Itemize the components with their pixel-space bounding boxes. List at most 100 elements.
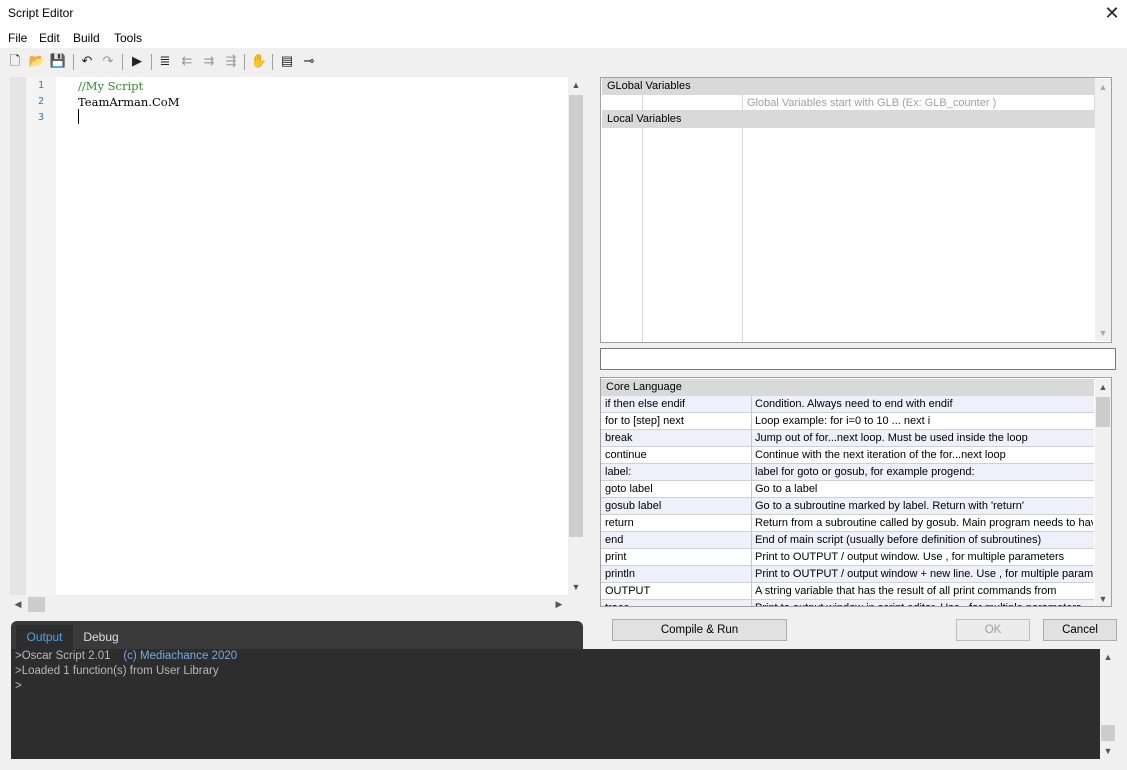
description-cell: Go to a label — [755, 483, 818, 495]
save-icon[interactable]: 💾 — [49, 52, 67, 70]
core-language-row[interactable]: return Return from a subroutine called by… — [601, 515, 1094, 532]
scroll-down-icon[interactable]: ▼ — [1095, 325, 1111, 341]
description-cell: End of main script (usually before defin… — [755, 534, 1042, 546]
scroll-right-icon[interactable]: ▶ — [551, 596, 567, 612]
core-language-row[interactable]: trace Print to output window in script ed… — [601, 600, 1094, 606]
global-variables-header: GLobal Variables — [602, 78, 1095, 95]
console-version: Oscar Script 2.01 — [21, 650, 111, 662]
keyword-cell: label: — [605, 466, 632, 478]
keyword-cell: for to [step] next — [605, 415, 684, 427]
core-language-row[interactable]: break Jump out of for...next loop. Must b… — [601, 430, 1094, 447]
console-message: Loaded 1 function(s) from User Library — [21, 665, 219, 677]
description-cell: label for goto or gosub, for example pro… — [755, 466, 975, 478]
output-tabs: Output Debug — [11, 621, 583, 649]
scroll-thumb[interactable] — [1101, 725, 1115, 741]
scroll-down-icon[interactable]: ▼ — [568, 579, 584, 595]
redo-icon[interactable]: ↷ — [99, 52, 117, 70]
window-title: Script Editor — [8, 6, 74, 20]
scroll-up-icon[interactable]: ▲ — [1100, 649, 1116, 665]
line-number: 3 — [37, 112, 45, 123]
code-line[interactable]: //My Script — [78, 79, 143, 93]
undo-icon[interactable]: ↶ — [78, 52, 96, 70]
description-cell: Jump out of for...next loop. Must be use… — [755, 432, 1028, 444]
scroll-thumb[interactable] — [569, 95, 583, 537]
hand-icon[interactable]: ✋ — [250, 52, 268, 70]
description-cell: Continue with the next iteration of the … — [755, 449, 1006, 461]
keyword-cell: gosub label — [605, 500, 662, 512]
keyword-cell: end — [605, 534, 624, 546]
scroll-down-icon[interactable]: ▼ — [1100, 743, 1116, 759]
keyword-cell: trace — [605, 602, 751, 606]
description-cell: Print to OUTPUT / output window + new li… — [755, 568, 1093, 580]
core-language-row[interactable]: println Print to OUTPUT / output window +… — [601, 566, 1094, 583]
run-icon[interactable]: ▶ — [128, 52, 146, 70]
scroll-down-icon[interactable]: ▼ — [1095, 591, 1111, 606]
close-icon[interactable]: ✕ — [1100, 2, 1124, 26]
console-prompt: > — [15, 650, 22, 662]
scroll-up-icon[interactable]: ▲ — [1095, 79, 1111, 95]
line-number: 2 — [37, 96, 45, 107]
description-cell: Print to output window in script editor.… — [755, 602, 1093, 606]
variables-scrollbar[interactable]: ▲ ▼ — [1095, 79, 1111, 341]
cancel-button[interactable]: Cancel — [1043, 619, 1117, 641]
console-line: > — [15, 680, 22, 692]
tab-output[interactable]: Output — [16, 625, 73, 649]
editor-horizontal-scrollbar[interactable]: ◀ ▶ — [10, 596, 568, 613]
local-variables-header: Local Variables — [602, 111, 1095, 128]
core-language-row[interactable]: goto label Go to a label — [601, 481, 1094, 498]
core-language-row[interactable]: end End of main script (usually before de… — [601, 532, 1094, 549]
scroll-thumb[interactable] — [1096, 397, 1110, 427]
variables-panel: GLobal Variables Global Variables start … — [600, 77, 1112, 343]
menu-file[interactable]: File — [8, 31, 27, 45]
title-bar: Script Editor ✕ — [0, 0, 1127, 28]
step-back-icon[interactable]: ⇇ — [178, 52, 196, 70]
core-language-row[interactable]: label: label for goto or gosub, for examp… — [601, 464, 1094, 481]
console-scrollbar[interactable]: ▲ ▼ — [1100, 649, 1116, 759]
line-number: 1 — [37, 80, 45, 91]
global-variables-hint: Global Variables start with GLB (Ex: GLB… — [743, 95, 1095, 111]
code-line[interactable]: TeamArman.CoM — [78, 95, 179, 109]
keyword-cell: continue — [605, 449, 647, 461]
toolbar: 🗋 📂 💾 ↶ ↷ ▶ ≣ ⇇ ⇉ ⇶ ✋ ▤ ⊸ — [0, 50, 600, 74]
console-line: >Loaded 1 function(s) from User Library — [15, 665, 219, 677]
keyword-cell: goto label — [605, 483, 653, 495]
keyword-cell: break — [605, 432, 633, 444]
output-console[interactable]: >Oscar Script 2.01 (c) Mediachance 2020 … — [11, 649, 1100, 759]
core-language-row[interactable]: for to [step] next Loop example: for i=0 … — [601, 413, 1094, 430]
menu-bar: File Edit Build Tools — [0, 28, 1127, 48]
menu-edit[interactable]: Edit — [39, 31, 60, 45]
console-line: >Oscar Script 2.01 (c) Mediachance 2020 — [15, 650, 237, 662]
scroll-left-icon[interactable]: ◀ — [10, 596, 26, 612]
keyword-cell: if then else endif — [605, 398, 686, 410]
description-cell: Loop example: for i=0 to 10 ... next i — [755, 415, 931, 427]
scroll-up-icon[interactable]: ▲ — [568, 77, 584, 93]
code-editor[interactable]: 1 2 3 //My Script TeamArman.CoM — [10, 77, 568, 595]
compile-run-button[interactable]: Compile & Run — [612, 619, 787, 641]
open-folder-icon[interactable]: 📂 — [28, 52, 46, 70]
console-copyright: (c) Mediachance 2020 — [123, 650, 238, 662]
breakpoint-icon[interactable]: ⊸ — [300, 52, 318, 70]
expression-input[interactable] — [600, 348, 1116, 370]
console-prompt: > — [15, 680, 22, 692]
step-over-icon[interactable]: ⇉ — [200, 52, 218, 70]
menu-build[interactable]: Build — [73, 31, 100, 45]
core-language-row[interactable]: gosub label Go to a subroutine marked by … — [601, 498, 1094, 515]
editor-margin — [10, 77, 26, 595]
ok-button[interactable]: OK — [956, 619, 1030, 641]
step-into-icon[interactable]: ≣ — [156, 52, 174, 70]
core-language-row[interactable]: print Print to OUTPUT / output window. Us… — [601, 549, 1094, 566]
core-list-scrollbar[interactable]: ▲ ▼ — [1095, 379, 1111, 606]
tab-debug[interactable]: Debug — [73, 625, 129, 649]
watch-icon[interactable]: ▤ — [278, 52, 296, 70]
console-prompt: > — [15, 665, 22, 677]
new-file-icon[interactable]: 🗋 — [6, 52, 24, 70]
core-language-row[interactable]: if then else endif Condition. Always need… — [601, 396, 1094, 413]
step-out-icon[interactable]: ⇶ — [222, 52, 240, 70]
menu-tools[interactable]: Tools — [114, 31, 142, 45]
core-language-row[interactable]: continue Continue with the next iteration… — [601, 447, 1094, 464]
editor-vertical-scrollbar[interactable]: ▲ ▼ — [568, 77, 584, 595]
keyword-cell: return — [605, 517, 634, 529]
scroll-up-icon[interactable]: ▲ — [1095, 379, 1111, 395]
scroll-thumb[interactable] — [28, 597, 45, 612]
core-language-row[interactable]: OUTPUT A string variable that has the res… — [601, 583, 1094, 600]
